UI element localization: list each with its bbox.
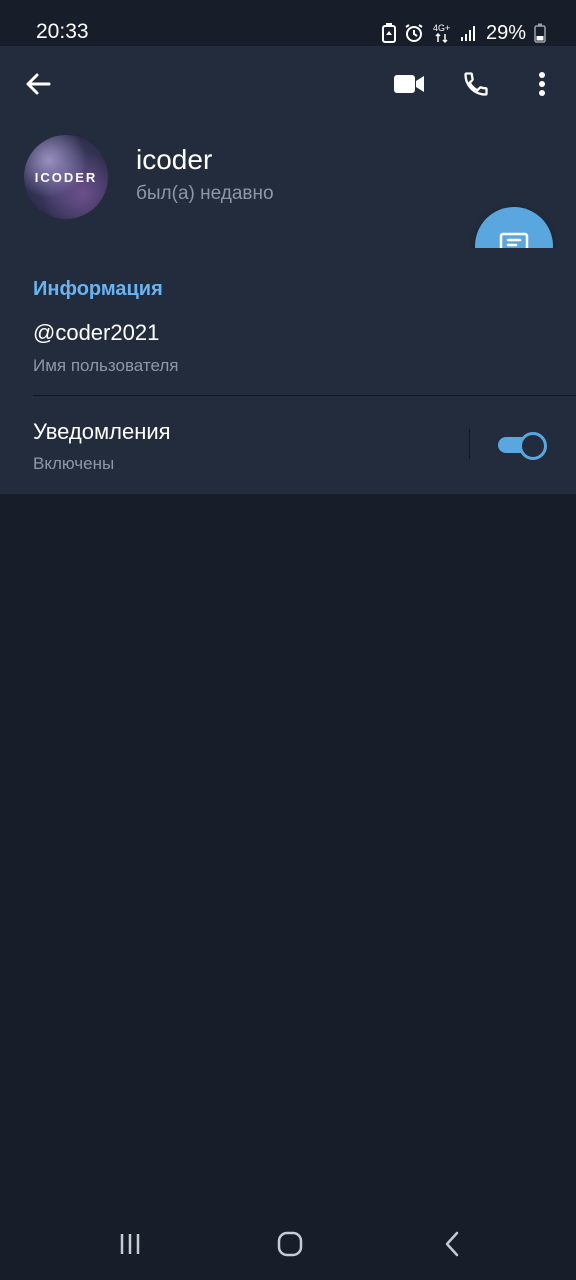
battery-percent: 29%	[485, 21, 526, 44]
video-call-button[interactable]	[385, 62, 433, 110]
signal-icon	[460, 24, 478, 42]
more-vert-icon	[538, 71, 546, 102]
svg-text:4G+: 4G+	[433, 23, 450, 33]
notifications-label: Уведомления	[33, 419, 171, 444]
phone-icon	[462, 70, 490, 103]
notifications-status: Включены	[33, 454, 115, 473]
home-icon	[276, 1230, 304, 1263]
profile-name: icoder	[136, 144, 213, 175]
system-nav-bar	[0, 1210, 576, 1280]
avatar-text: ICODER	[34, 169, 98, 185]
more-options-button[interactable]	[518, 62, 566, 110]
toggle-divider	[469, 429, 470, 459]
phone-call-button[interactable]	[452, 62, 500, 110]
recent-apps-icon	[118, 1232, 142, 1261]
recent-apps-button[interactable]	[100, 1222, 160, 1270]
network-4g-icon: 4G+	[432, 22, 452, 44]
username-label: Имя пользователя	[33, 356, 179, 375]
avatar[interactable]: ICODER	[24, 135, 108, 219]
info-section: Информация @coder2021 Имя пользователя У…	[0, 248, 576, 494]
row-divider	[33, 395, 576, 396]
status-bar: 20:33 4G+ 29%	[0, 0, 576, 46]
battery-saver-icon	[381, 23, 396, 43]
alarm-icon	[404, 23, 424, 43]
home-button[interactable]	[260, 1222, 320, 1270]
notifications-toggle[interactable]	[498, 432, 547, 460]
toggle-knob	[519, 432, 547, 460]
battery-icon	[534, 23, 546, 43]
username-value: @coder2021	[33, 320, 160, 345]
profile-status: был(а) недавно	[136, 183, 274, 204]
system-back-button[interactable]	[422, 1222, 482, 1270]
status-time: 20:33	[36, 20, 89, 43]
back-icon	[443, 1231, 461, 1262]
arrow-left-icon	[24, 70, 52, 103]
status-icons: 4G+ 29%	[381, 18, 546, 48]
back-button[interactable]	[14, 62, 62, 110]
video-call-icon	[393, 73, 425, 100]
section-title-info: Информация	[33, 278, 163, 300]
